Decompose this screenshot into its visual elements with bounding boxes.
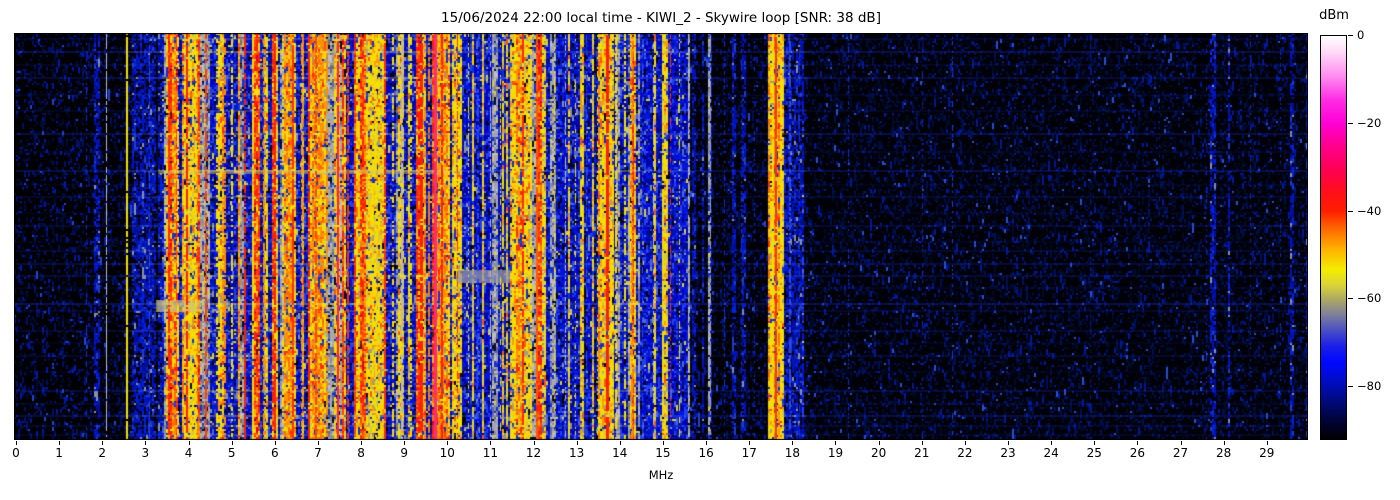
colorbar-tick-label: −40 bbox=[1357, 204, 1397, 218]
x-tick-mark bbox=[922, 441, 923, 445]
x-tick-mark bbox=[706, 441, 707, 445]
x-tick-label: 1 bbox=[44, 446, 74, 460]
x-tick-mark bbox=[835, 441, 836, 445]
x-tick-mark bbox=[1181, 441, 1182, 445]
x-tick-label: 13 bbox=[562, 446, 592, 460]
plot-area bbox=[14, 33, 1308, 440]
colorbar-tick-mark bbox=[1348, 35, 1353, 36]
x-tick-label: 24 bbox=[1036, 446, 1066, 460]
x-tick-mark bbox=[102, 441, 103, 445]
x-tick-mark bbox=[879, 441, 880, 445]
x-tick-mark bbox=[59, 441, 60, 445]
x-tick-label: 19 bbox=[820, 446, 850, 460]
x-tick-mark bbox=[232, 441, 233, 445]
x-tick-label: 0 bbox=[1, 446, 31, 460]
x-tick-mark bbox=[749, 441, 750, 445]
x-tick-label: 29 bbox=[1252, 446, 1282, 460]
colorbar-tick-mark bbox=[1348, 298, 1353, 299]
x-tick-label: 12 bbox=[519, 446, 549, 460]
chart-title: 15/06/2024 22:00 local time - KIWI_2 - S… bbox=[14, 10, 1308, 26]
colorbar-tick-mark bbox=[1348, 211, 1353, 212]
colorbar-title: dBm bbox=[1306, 8, 1362, 23]
x-tick-label: 6 bbox=[260, 446, 290, 460]
x-tick-label: 16 bbox=[691, 446, 721, 460]
colorbar-tick-label: −20 bbox=[1357, 116, 1397, 130]
x-tick-label: 23 bbox=[993, 446, 1023, 460]
colorbar-tick-mark bbox=[1348, 386, 1353, 387]
colorbar-tick-label: −60 bbox=[1357, 291, 1397, 305]
x-tick-mark bbox=[792, 441, 793, 445]
x-tick-label: 17 bbox=[734, 446, 764, 460]
x-tick-label: 18 bbox=[777, 446, 807, 460]
waterfall-canvas bbox=[14, 33, 1308, 440]
x-tick-mark bbox=[361, 441, 362, 445]
x-tick-mark bbox=[490, 441, 491, 445]
x-tick-mark bbox=[965, 441, 966, 445]
x-tick-mark bbox=[1051, 441, 1052, 445]
x-tick-label: 15 bbox=[648, 446, 678, 460]
x-tick-mark bbox=[404, 441, 405, 445]
x-tick-mark bbox=[534, 441, 535, 445]
colorbar bbox=[1320, 35, 1347, 440]
x-tick-label: 14 bbox=[605, 446, 635, 460]
x-tick-mark bbox=[577, 441, 578, 445]
x-tick-mark bbox=[1267, 441, 1268, 445]
x-tick-mark bbox=[16, 441, 17, 445]
x-tick-mark bbox=[1094, 441, 1095, 445]
x-tick-mark bbox=[663, 441, 664, 445]
x-tick-mark bbox=[189, 441, 190, 445]
x-tick-label: 20 bbox=[864, 446, 894, 460]
x-tick-mark bbox=[145, 441, 146, 445]
x-tick-label: 26 bbox=[1122, 446, 1152, 460]
x-tick-mark bbox=[447, 441, 448, 445]
x-tick-mark bbox=[1137, 441, 1138, 445]
x-tick-mark bbox=[1008, 441, 1009, 445]
x-tick-label: 22 bbox=[950, 446, 980, 460]
x-tick-label: 2 bbox=[87, 446, 117, 460]
x-tick-mark bbox=[318, 441, 319, 445]
spectrogram-chart: 15/06/2024 22:00 local time - KIWI_2 - S… bbox=[0, 0, 1400, 500]
x-tick-mark bbox=[275, 441, 276, 445]
x-tick-label: 11 bbox=[475, 446, 505, 460]
x-tick-label: 28 bbox=[1209, 446, 1239, 460]
x-tick-mark bbox=[1224, 441, 1225, 445]
x-tick-label: 3 bbox=[130, 446, 160, 460]
colorbar-tick-label: 0 bbox=[1357, 28, 1397, 42]
colorbar-gradient bbox=[1321, 36, 1346, 439]
x-tick-mark bbox=[620, 441, 621, 445]
x-axis-label: MHz bbox=[561, 468, 761, 482]
x-tick-label: 25 bbox=[1079, 446, 1109, 460]
colorbar-tick-label: −80 bbox=[1357, 379, 1397, 393]
x-tick-label: 9 bbox=[389, 446, 419, 460]
colorbar-tick-mark bbox=[1348, 123, 1353, 124]
x-tick-label: 10 bbox=[432, 446, 462, 460]
x-tick-label: 27 bbox=[1166, 446, 1196, 460]
x-tick-label: 5 bbox=[217, 446, 247, 460]
x-tick-label: 8 bbox=[346, 446, 376, 460]
x-tick-label: 7 bbox=[303, 446, 333, 460]
x-tick-label: 21 bbox=[907, 446, 937, 460]
x-tick-label: 4 bbox=[174, 446, 204, 460]
